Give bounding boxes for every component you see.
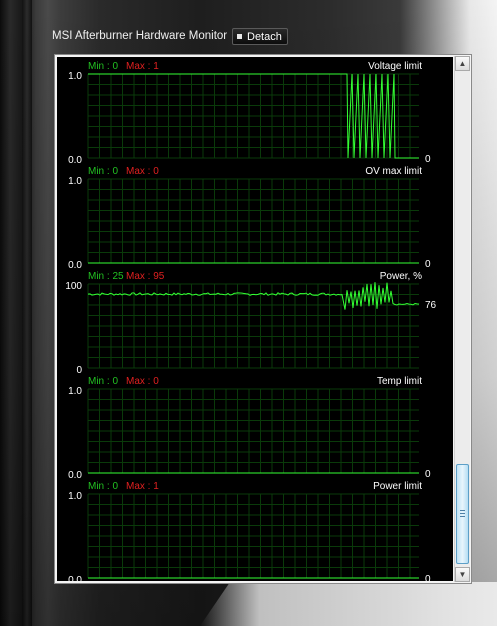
chevron-up-icon[interactable]: ▲ <box>455 56 470 71</box>
graph-current-value: 76 <box>425 300 437 311</box>
graphs-svg: Min : 0 Max : 1 Voltage limit1.00.0 0Min : … <box>65 61 436 581</box>
scrollbar-thumb[interactable] <box>456 464 469 564</box>
graph-name-label: OV max limit <box>365 166 422 177</box>
grip-line <box>460 516 465 517</box>
graph-y-bottom-label: 0 <box>76 365 82 376</box>
graph-max-label: Max : 1 <box>126 481 159 492</box>
detach-button[interactable]: Detach <box>232 28 288 45</box>
graph-name-label: Temp limit <box>377 376 422 387</box>
graph-y-bottom-label: 0.0 <box>68 155 82 166</box>
graph-current-value: 0 <box>425 574 431 581</box>
graph-y-bottom-label: 0.0 <box>68 470 82 481</box>
graph-min-label: Min : 0 <box>88 61 118 72</box>
graph-min-label: Min : 0 <box>88 481 118 492</box>
graph-name-label: Voltage limit <box>368 61 422 72</box>
graph-panel: Min : 25 Max : 95 Power, % 100 0 76 <box>65 271 436 376</box>
graph-max-label: Max : 0 <box>126 376 159 387</box>
chevron-down-icon[interactable]: ▼ <box>455 567 470 582</box>
graph-y-bottom-label: 0.0 <box>68 575 82 581</box>
window-title: MSI Afterburner Hardware Monitor <box>52 30 228 42</box>
graph-min-label: Min : 0 <box>88 376 118 387</box>
graph-max-label: Max : 95 <box>126 271 165 282</box>
graph-current-value: 0 <box>425 469 431 480</box>
graph-y-top-label: 1.0 <box>68 71 82 82</box>
graph-y-top-label: 100 <box>65 281 82 292</box>
graph-name-label: Power, % <box>380 271 422 282</box>
grip-line <box>460 510 465 511</box>
detach-label: Detach <box>247 30 282 43</box>
graph-area[interactable]: Min : 0 Max : 1 Voltage limit 1.0 0.0 0 Min : … <box>57 57 453 581</box>
graph-y-top-label: 1.0 <box>68 386 82 397</box>
background-highlight <box>200 582 497 626</box>
graph-y-top-label: 1.0 <box>68 176 82 187</box>
graph-y-top-label: 1.0 <box>68 491 82 502</box>
graph-panel: Min : 0 Max : 0 OV max limit 1.0 0.0 0 <box>68 166 431 271</box>
graph-panel: Min : 0 Max : 0 Temp limit 1.0 0.0 0 <box>68 376 431 481</box>
graph-name-label: Power limit <box>373 481 422 492</box>
vertical-scrollbar[interactable]: ▲ ▼ <box>454 56 470 582</box>
hardware-monitor-panel: Min : 0 Max : 1 Voltage limit 1.0 0.0 0 Min : … <box>54 54 472 584</box>
graph-y-bottom-label: 0.0 <box>68 260 82 271</box>
graph-min-label: Min : 0 <box>88 166 118 177</box>
graph-current-value: 0 <box>425 154 431 165</box>
graph-max-label: Max : 1 <box>126 61 159 72</box>
graph-min-label: Min : 25 <box>88 271 124 282</box>
graph-panel: Min : 0 Max : 1 Voltage limit 1.0 0.0 0 <box>68 61 431 166</box>
graph-max-label: Max : 0 <box>126 166 159 177</box>
detach-icon <box>237 34 242 39</box>
grip-line <box>460 513 465 514</box>
graph-current-value: 0 <box>425 259 431 270</box>
graph-panel: Min : 0 Max : 1 Power limit 1.0 0.0 0 <box>68 481 431 581</box>
